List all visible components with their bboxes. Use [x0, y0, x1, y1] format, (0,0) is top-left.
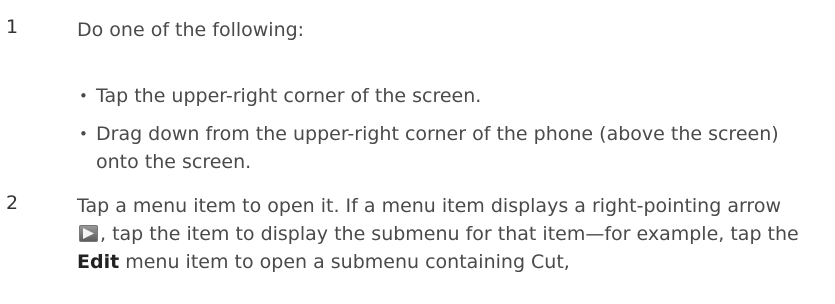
bullet-text: Tap the upper-right corner of the screen… — [96, 85, 482, 107]
step-1: 1 Do one of the following: • Tap the upp… — [0, 16, 835, 196]
step-text-part1: Tap a menu item to open it. If a menu it… — [77, 195, 781, 217]
step-body: Tap a menu item to open it. If a menu it… — [77, 192, 805, 276]
bullet-item: • Tap the upper-right corner of the scre… — [77, 82, 805, 110]
step-number: 2 — [6, 192, 19, 214]
step-number: 1 — [6, 16, 19, 38]
edit-term: Edit — [77, 251, 120, 273]
bullet-dot: • — [79, 125, 88, 143]
step-text-part2: , tap the item to display the submenu fo… — [100, 223, 799, 245]
bullet-dot: • — [79, 87, 88, 105]
right-arrow-icon — [79, 225, 98, 242]
bullet-text: Drag down from the upper-right corner of… — [96, 123, 779, 173]
bullet-list: • Tap the upper-right corner of the scre… — [77, 82, 805, 176]
step-2: 2 Tap a menu item to open it. If a menu … — [0, 192, 835, 304]
step-text: Do one of the following: — [77, 19, 305, 41]
step-body: Do one of the following: • Tap the upper… — [77, 16, 805, 186]
bullet-item: • Drag down from the upper-right corner … — [77, 120, 805, 176]
step-text-part3: menu item to open a submenu containing C… — [125, 251, 570, 273]
